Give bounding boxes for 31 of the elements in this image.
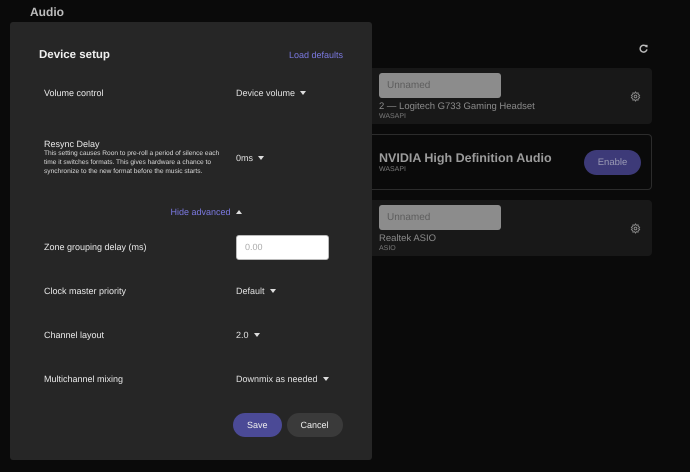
dropdown[interactable]: Default bbox=[236, 286, 276, 296]
save-button[interactable]: Save bbox=[233, 413, 282, 437]
setting-label: Multichannel mixing bbox=[44, 374, 124, 384]
settings-icon[interactable] bbox=[630, 90, 641, 102]
input-field[interactable]: 0.00 bbox=[236, 234, 329, 260]
page-title: Audio bbox=[30, 5, 64, 19]
setting-label: Zone grouping delay (ms) bbox=[44, 242, 148, 252]
refresh-icon[interactable] bbox=[639, 44, 648, 53]
caret-icon bbox=[300, 91, 306, 95]
device-name: 2 — Logitech G733 Gaming Headset bbox=[379, 100, 536, 112]
caret-icon bbox=[270, 289, 276, 293]
setting-label: Channel layout bbox=[44, 330, 106, 340]
settings-icon[interactable] bbox=[630, 222, 641, 234]
caret-icon bbox=[322, 377, 329, 381]
setting-label: Resync Delay bbox=[44, 139, 101, 150]
device-name: NVIDIA High Definition Audio bbox=[379, 151, 553, 165]
enable-button[interactable]: Enable bbox=[584, 150, 641, 174]
dropdown[interactable]: Downmix as needed bbox=[236, 374, 329, 384]
device-name: Realtek ASIO bbox=[379, 232, 438, 244]
dialog-title: Device setup bbox=[39, 49, 110, 61]
load-defaults-link[interactable]: Load defaults bbox=[288, 50, 343, 60]
advanced-toggle[interactable]: Hide advanced bbox=[170, 207, 242, 217]
dropdown[interactable]: 2.0 bbox=[236, 330, 260, 340]
caret-icon bbox=[254, 333, 260, 337]
dropdown[interactable]: 0ms bbox=[236, 153, 264, 163]
setting-label: Clock master priority bbox=[44, 286, 128, 296]
dropdown[interactable]: Device volume bbox=[236, 88, 306, 98]
caret-icon bbox=[236, 210, 242, 214]
cancel-button[interactable]: Cancel bbox=[286, 413, 343, 437]
caret-icon bbox=[258, 156, 264, 160]
setting-label: Volume control bbox=[44, 88, 105, 98]
